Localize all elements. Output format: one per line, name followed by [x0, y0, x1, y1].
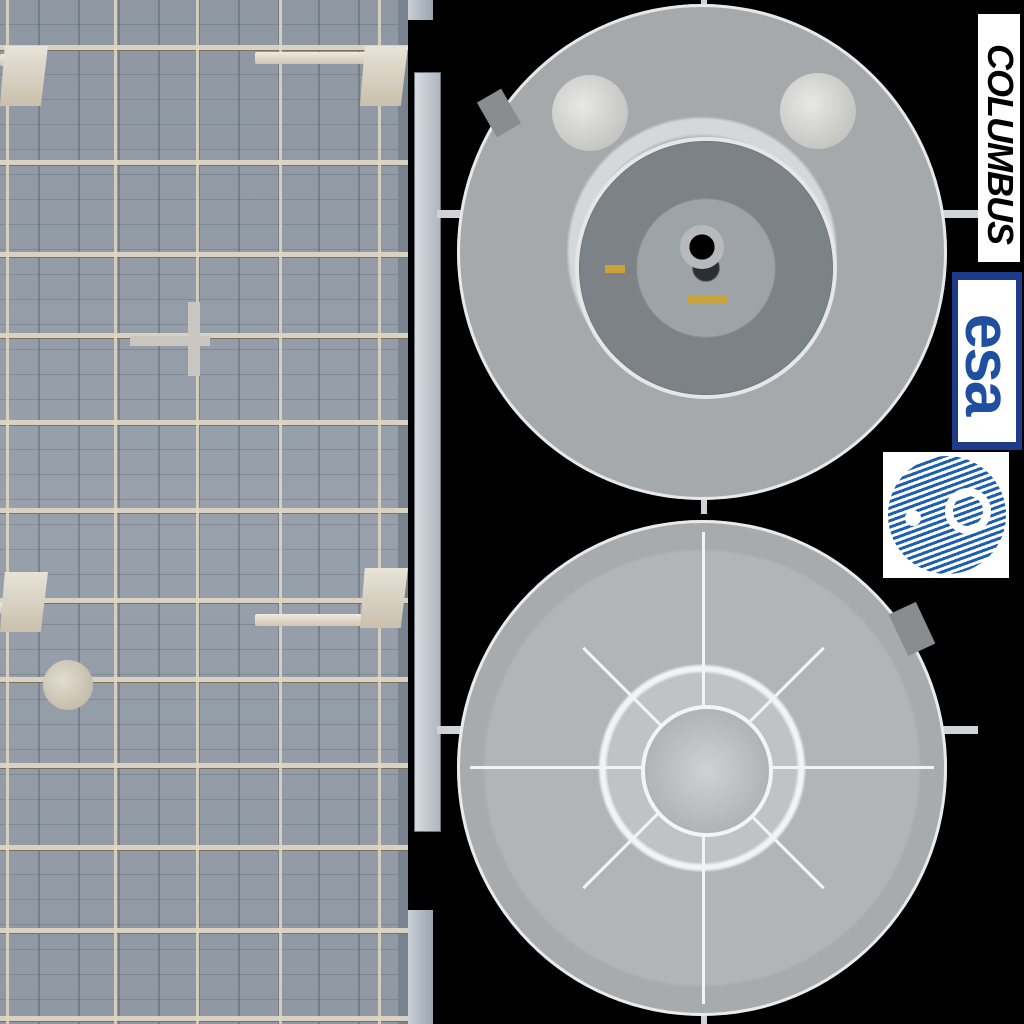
hull-rail-vertical — [6, 0, 9, 1024]
hull-rail — [0, 1016, 408, 1021]
port-cover — [552, 75, 628, 151]
hull-rail — [0, 252, 408, 257]
hatch-handle — [688, 296, 728, 304]
side-rail — [414, 72, 441, 832]
esa-wordmark: esa — [952, 313, 1024, 415]
cone-mount-stub — [437, 726, 461, 734]
hull-rail — [0, 598, 408, 603]
hull-rail — [0, 508, 408, 513]
hatch-handle — [605, 265, 625, 273]
trunnion-bracket — [0, 46, 48, 106]
trunnion-arm — [255, 614, 375, 626]
hull-rail — [0, 160, 408, 165]
esa-emblem-e — [945, 488, 991, 534]
hull-rail-vertical — [114, 0, 117, 1024]
hull-rail — [0, 45, 408, 50]
cone-mount-stub — [942, 726, 978, 734]
grapple-fixture-post — [188, 302, 200, 376]
cone-mount-stub — [437, 210, 461, 218]
trunnion-bracket — [0, 572, 48, 632]
port-cover — [780, 73, 856, 149]
cone-mount-stub — [942, 210, 978, 218]
esa-emblem-dot — [905, 510, 921, 526]
trunnion-bracket — [360, 46, 408, 106]
hull-rail — [0, 763, 408, 768]
hull-rail-vertical — [196, 0, 199, 1024]
columbus-wordmark: COLUMBUS — [980, 44, 1021, 244]
hull-rail — [0, 845, 408, 850]
hull-rail-vertical — [279, 0, 282, 1024]
hull-rail — [0, 420, 408, 425]
hatch-window — [680, 225, 724, 269]
trunnion-bracket — [360, 568, 408, 628]
hull-rail-vertical — [378, 0, 381, 1024]
hull-rail — [0, 928, 408, 933]
berthing-hub — [641, 705, 773, 837]
trunnion-arm — [255, 52, 375, 64]
hull-hatch-disc — [43, 660, 93, 710]
